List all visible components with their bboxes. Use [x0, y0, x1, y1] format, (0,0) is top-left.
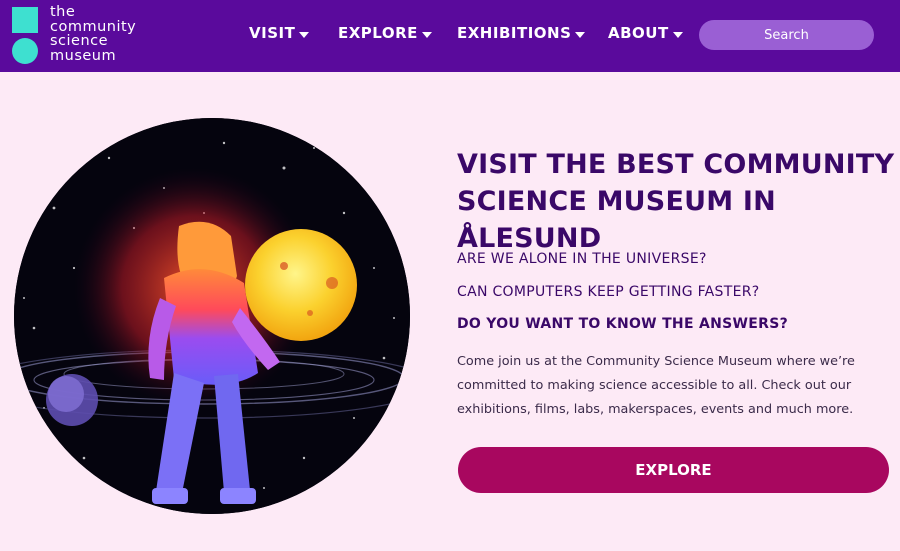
logo-line: museum [50, 47, 117, 64]
nav-item-exhibitions[interactable]: EXHIBITIONS [457, 24, 586, 42]
nav-item-label: EXHIBITIONS [457, 24, 572, 42]
nav-item-visit[interactable]: VISIT [249, 24, 310, 42]
hero-question: CAN COMPUTERS KEEP GETTING FASTER? [457, 284, 760, 300]
search-input[interactable] [699, 20, 874, 50]
explore-button[interactable]: EXPLORE [458, 447, 889, 493]
logo-wordmark: the community science museum [50, 5, 136, 67]
hero-question: DO YOU WANT TO KNOW THE ANSWERS? [457, 316, 789, 332]
hero-image [14, 118, 410, 514]
astronaut-space-illustration [14, 118, 410, 514]
nav-item-label: ABOUT [608, 24, 669, 42]
logo-mark-icon [10, 5, 40, 67]
nav-item-explore[interactable]: EXPLORE [338, 24, 432, 42]
hero-question: ARE WE ALONE IN THE UNIVERSE? [457, 251, 707, 267]
site-logo[interactable]: the community science museum [10, 5, 150, 67]
hero-headline: VISIT THE BEST COMMUNITY SCIENCE MUSEUM … [457, 149, 895, 254]
logo-circle-shape [12, 38, 38, 64]
caret-down-icon [672, 31, 683, 38]
hero-description: Come join us at the Community Science Mu… [457, 354, 855, 417]
logo-line: the [50, 4, 76, 20]
top-navbar: the community science museum VISIT EXPLO… [0, 0, 900, 72]
logo-line: science [50, 33, 109, 49]
logo-square-shape [12, 7, 38, 33]
nav-item-label: EXPLORE [338, 24, 418, 42]
caret-down-icon [421, 31, 432, 38]
caret-down-icon [299, 31, 310, 38]
nav-item-about[interactable]: ABOUT [608, 24, 683, 42]
caret-down-icon [575, 31, 586, 38]
logo-line: community [50, 18, 137, 35]
nav-item-label: VISIT [249, 24, 296, 42]
